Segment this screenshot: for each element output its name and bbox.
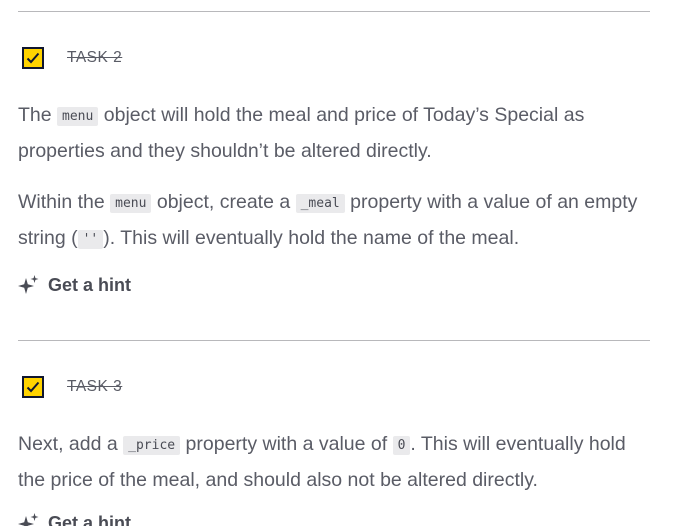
- text-segment: Next, add a: [18, 433, 124, 455]
- sparkle-icon: [18, 513, 39, 526]
- task-2-description: The menu object will hold the meal and p…: [18, 98, 658, 168]
- hint-label: Get a hint: [48, 512, 132, 526]
- checkmark-icon: [26, 52, 40, 64]
- divider: [18, 340, 650, 341]
- inline-code: menu: [57, 107, 99, 126]
- task-3-hint-button[interactable]: Get a hint: [18, 512, 131, 526]
- divider: [18, 11, 650, 12]
- task-2-hint-button[interactable]: Get a hint: [18, 274, 131, 296]
- inline-code: _price: [123, 436, 181, 455]
- task-2-header: TASK 2: [22, 47, 122, 69]
- text-segment: object, create a: [151, 191, 296, 213]
- task-3-checkbox[interactable]: [22, 376, 44, 398]
- checkmark-icon: [26, 381, 40, 393]
- task-3-header: TASK 3: [22, 376, 122, 398]
- task-3-label: TASK 3: [67, 378, 123, 395]
- inline-code: '': [77, 230, 104, 249]
- task-3-description: Next, add a _price property with a value…: [18, 427, 658, 497]
- text-segment: ). This will eventually hold the name of…: [103, 227, 520, 249]
- hint-label: Get a hint: [48, 274, 132, 295]
- sparkle-icon: [18, 275, 39, 294]
- task-list: TASK 2 The menu object will hold the mea…: [0, 0, 679, 526]
- task-2-label: TASK 2: [67, 49, 123, 66]
- inline-code: _meal: [295, 194, 345, 213]
- task-2-checkbox[interactable]: [22, 47, 44, 69]
- text-segment: The: [18, 104, 58, 126]
- inline-code: menu: [110, 194, 152, 213]
- text-segment: object will hold the meal and price of T…: [18, 104, 585, 162]
- inline-code: 0: [392, 436, 411, 455]
- text-segment: Within the: [18, 191, 111, 213]
- task-2-instruction: Within the menu object, create a _meal p…: [18, 185, 658, 257]
- text-segment: property with a value of: [180, 433, 393, 455]
